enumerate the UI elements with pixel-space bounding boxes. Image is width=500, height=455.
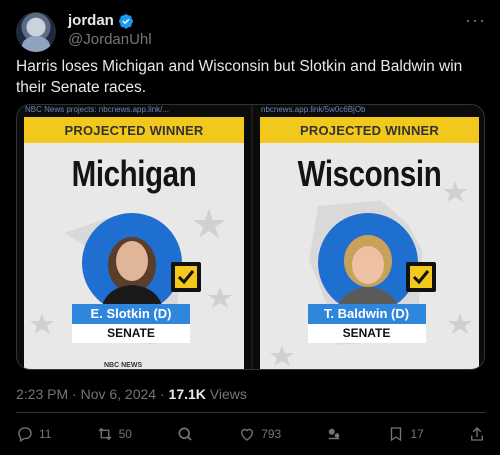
share-button[interactable] [468,425,486,443]
grok-icon [178,427,192,441]
candidate-name: E. Slotkin (D) [72,304,190,324]
candidate-name: T. Baldwin (D) [307,304,426,324]
reply-button[interactable]: 11 [16,425,51,443]
bookmark-button[interactable]: 17 [387,425,424,443]
author-name-row[interactable]: jordan [68,12,134,29]
candidate-photo-icon [100,237,164,313]
verified-badge-icon [118,13,133,29]
analytics-button[interactable] [325,425,343,443]
tweet-media[interactable]: NBC News projects: nbcnews.app.link/... … [16,104,485,370]
bookmark-count: 17 [410,427,424,441]
nbc-news-logo: NBC NEWS [104,362,143,369]
winner-check-icon [171,262,201,292]
more-options-icon[interactable]: ··· [465,10,486,31]
candidate-portrait [317,213,418,313]
office-label: SENATE [72,324,190,343]
winner-check-icon [406,262,436,292]
repost-button[interactable]: 50 [96,425,132,443]
share-icon [471,427,483,441]
reply-icon [18,427,32,442]
tweet-text: Harris loses Michigan and Wisconsin but … [16,58,463,96]
views-count: 17.1K [168,386,206,402]
analytics-icon [329,428,340,440]
candidate-nameplate: E. Slotkin (D) SENATE [72,304,190,343]
repost-count: 50 [118,427,132,441]
action-bar: 11 50 793 17 [16,422,486,446]
tweet-timestamp[interactable]: 2:23 PM · Nov 6, 2024 · 17.1K Views [16,386,247,402]
like-button[interactable]: 793 [238,425,281,443]
views-label: Views [205,386,247,402]
candidate-portrait [82,213,182,313]
timestamp-text[interactable]: 2:23 PM · Nov 6, 2024 · [16,386,169,402]
grok-button[interactable] [176,425,194,443]
divider [16,412,486,413]
avatar[interactable] [16,12,56,52]
candidate-nameplate: T. Baldwin (D) SENATE [307,304,426,343]
graphic-panel: PROJECTED WINNER Wisconsin T. Baldwin (D… [260,117,479,369]
graphic-panel: PROJECTED WINNER Michigan E. Slotkin (D)… [24,117,244,369]
state-name: Michigan [71,153,197,194]
candidate-photo-icon [335,235,400,313]
repost-icon [98,427,112,441]
bookmark-icon [391,427,402,442]
media-image-wisconsin[interactable]: nbcnews.app.link/5w0c6BjOb PROJECTED WIN… [253,105,484,369]
image-link-text: nbcnews.app.link/5w0c6BjOb [261,105,366,114]
state-name: Wisconsin [297,153,442,194]
image-link-text: NBC News projects: nbcnews.app.link/... [25,105,170,114]
display-name[interactable]: jordan [68,12,114,29]
media-image-michigan[interactable]: NBC News projects: nbcnews.app.link/... … [17,105,251,369]
heart-icon [241,428,254,441]
office-label: SENATE [307,324,426,343]
like-count: 793 [261,427,282,441]
author-handle[interactable]: @JordanUhl [68,31,152,48]
reply-count: 11 [39,427,52,441]
